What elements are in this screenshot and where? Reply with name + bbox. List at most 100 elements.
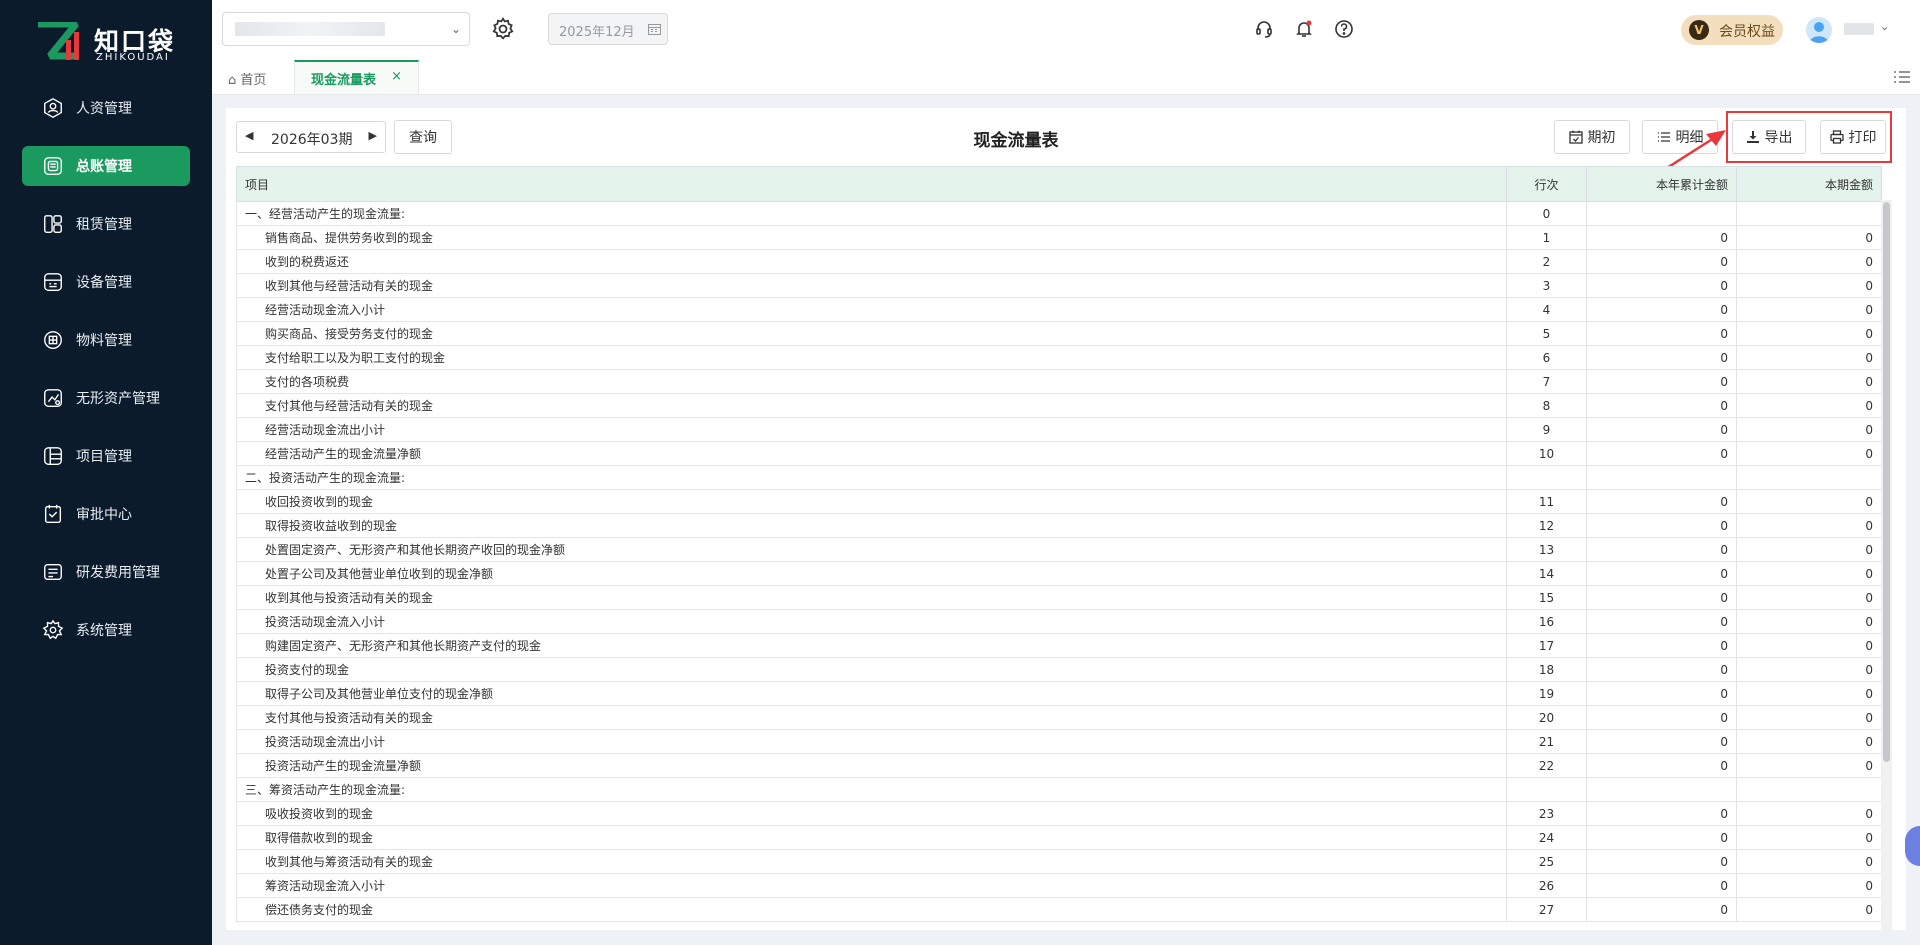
table-row[interactable]: 销售商品、提供劳务收到的现金 1 0 0 [236,225,1882,250]
opening-balance-button[interactable]: 期初 [1554,120,1630,154]
sidebar-item-device[interactable]: 设备管理 [22,262,190,302]
sidebar-item-rd-expense[interactable]: 研发费用管理 [22,552,190,592]
table-row[interactable]: 支付其他与经营活动有关的现金 8 0 0 [236,393,1882,418]
close-icon[interactable]: × [391,69,402,84]
cash-flow-table-container[interactable]: 项目 行次 本年累计金额 本期金额 一、经营活动产生的现金流量: 0 销售商品、提供… [236,166,1892,930]
sidebar-item-project[interactable]: 项目管理 [22,436,190,476]
sidebar-item-material[interactable]: 物料管理 [22,320,190,360]
sidebar-item-approval[interactable]: 审批中心 [22,494,190,534]
lease-icon [44,215,62,233]
calendar-check-icon [1568,130,1583,144]
vertical-scrollbar[interactable] [1881,200,1892,930]
table-row[interactable]: 经营活动现金流出小计 9 0 0 [236,417,1882,442]
cell-ytd: 0 [1586,825,1737,850]
cell-line: 17 [1506,633,1587,658]
cell-item: 偿还债务支付的现金 [236,897,1507,922]
sidebar-item-label: 总账管理 [76,159,132,175]
brand-logo[interactable]: 知口袋 ZHIKOUDAI [36,22,186,66]
table-row[interactable]: 支付给职工以及为职工支付的现金 6 0 0 [236,345,1882,370]
cell-item: 支付给职工以及为职工支付的现金 [236,345,1507,370]
annotation-highlight-box [1726,111,1892,163]
cell-item: 收到其他与筹资活动有关的现金 [236,849,1507,874]
cell-ytd: 0 [1586,273,1737,298]
table-row[interactable]: 偿还债务支付的现金 27 0 0 [236,897,1882,922]
cell-item: 吸收投资收到的现金 [236,801,1507,826]
table-row[interactable]: 投资活动现金流出小计 21 0 0 [236,729,1882,754]
table-row[interactable]: 取得子公司及其他营业单位支付的现金净额 19 0 0 [236,681,1882,706]
table-row[interactable]: 经营活动现金流入小计 4 0 0 [236,297,1882,322]
sidebar-item-lease[interactable]: 租赁管理 [22,204,190,244]
chat-widget-button[interactable] [1905,826,1920,866]
cell-item: 筹资活动现金流入小计 [236,873,1507,898]
help-icon[interactable] [1334,19,1354,39]
sidebar-item-label: 研发费用管理 [76,565,160,581]
table-row[interactable]: 收到其他与筹资活动有关的现金 25 0 0 [236,849,1882,874]
user-name-redacted[interactable] [1844,23,1874,35]
company-name-redacted [235,22,385,36]
table-row[interactable]: 投资活动产生的现金流量净额 22 0 0 [236,753,1882,778]
table-row[interactable]: 处置固定资产、无形资产和其他长期资产收回的现金净额 13 0 0 [236,537,1882,562]
table-row[interactable]: 处置子公司及其他营业单位收到的现金净额 14 0 0 [236,561,1882,586]
cell-line: 3 [1506,273,1587,298]
table-row[interactable]: 收到的税费返还 2 0 0 [236,249,1882,274]
project-icon [44,447,62,465]
table-row[interactable]: 购建固定资产、无形资产和其他长期资产支付的现金 17 0 0 [236,633,1882,658]
cell-line: 0 [1506,201,1587,226]
table-row[interactable]: 购买商品、接受劳务支付的现金 5 0 0 [236,321,1882,346]
table-row[interactable]: 支付其他与投资活动有关的现金 20 0 0 [236,705,1882,730]
avatar[interactable] [1806,17,1832,43]
table-row[interactable]: 取得借款收到的现金 24 0 0 [236,825,1882,850]
cell-item: 购建固定资产、无形资产和其他长期资产支付的现金 [236,633,1507,658]
table-row[interactable]: 收到其他与投资活动有关的现金 15 0 0 [236,585,1882,610]
table-row[interactable]: 经营活动产生的现金流量净额 10 0 0 [236,441,1882,466]
table-row[interactable]: 收到其他与经营活动有关的现金 3 0 0 [236,273,1882,298]
table-row[interactable]: 取得投资收益收到的现金 12 0 0 [236,513,1882,538]
cell-line: 18 [1506,657,1587,682]
list-menu-icon[interactable] [1894,70,1910,84]
cell-item: 处置子公司及其他营业单位收到的现金净额 [236,561,1507,586]
gear-icon[interactable] [490,16,516,42]
cell-line: 1 [1506,225,1587,250]
cell-period: 0 [1736,705,1882,730]
table-row[interactable]: 二、投资活动产生的现金流量: [236,465,1882,490]
cell-line: 16 [1506,609,1587,634]
sidebar-item-system[interactable]: 系统管理 [22,610,190,650]
cell-item: 二、投资活动产生的现金流量: [236,465,1507,490]
cell-ytd: 0 [1586,537,1737,562]
cell-line: 7 [1506,369,1587,394]
sidebar-item-hr[interactable]: 人资管理 [22,88,190,128]
tab-home[interactable]: ⌂ 首页 [228,60,266,94]
cell-item: 收到的税费返还 [236,249,1507,274]
company-select[interactable]: ⌄ [222,12,470,46]
user-badge-icon [44,98,62,118]
cell-line: 25 [1506,849,1587,874]
sidebar-item-label: 审批中心 [76,507,132,523]
table-row[interactable]: 三、筹资活动产生的现金流量: [236,777,1882,802]
table-row[interactable]: 一、经营活动产生的现金流量: 0 [236,201,1882,226]
cell-ytd: 0 [1586,801,1737,826]
table-row[interactable]: 支付的各项税费 7 0 0 [236,369,1882,394]
sidebar-item-intangible[interactable]: 无形资产管理 [22,378,190,418]
headset-icon[interactable] [1254,19,1274,39]
cell-ytd: 0 [1586,369,1737,394]
table-row[interactable]: 投资支付的现金 18 0 0 [236,657,1882,682]
table-row[interactable]: 筹资活动现金流入小计 26 0 0 [236,873,1882,898]
table-row[interactable]: 投资活动现金流入小计 16 0 0 [236,609,1882,634]
scrollbar-thumb[interactable] [1883,202,1890,762]
tab-cash-flow[interactable]: 现金流量表 × [294,60,419,94]
settings-icon [42,619,64,640]
cell-ytd: 0 [1586,681,1737,706]
sidebar-item-ledger[interactable]: 总账管理 [22,146,190,186]
accounting-period-picker[interactable]: 2025年12月 [548,13,668,45]
bell-icon[interactable] [1294,19,1314,39]
vip-benefits-button[interactable]: V 会员权益 [1681,15,1783,45]
cell-item: 经营活动现金流入小计 [236,297,1507,322]
ledger-icon [44,157,62,175]
sidebar-item-label: 系统管理 [76,623,132,639]
cell-ytd: 0 [1586,489,1737,514]
cell-item: 经营活动产生的现金流量净额 [236,441,1507,466]
chevron-down-icon[interactable]: ⌄ [1880,20,1889,33]
table-row[interactable]: 收回投资收到的现金 11 0 0 [236,489,1882,514]
table-row[interactable]: 吸收投资收到的现金 23 0 0 [236,801,1882,826]
cell-item: 支付其他与投资活动有关的现金 [236,705,1507,730]
